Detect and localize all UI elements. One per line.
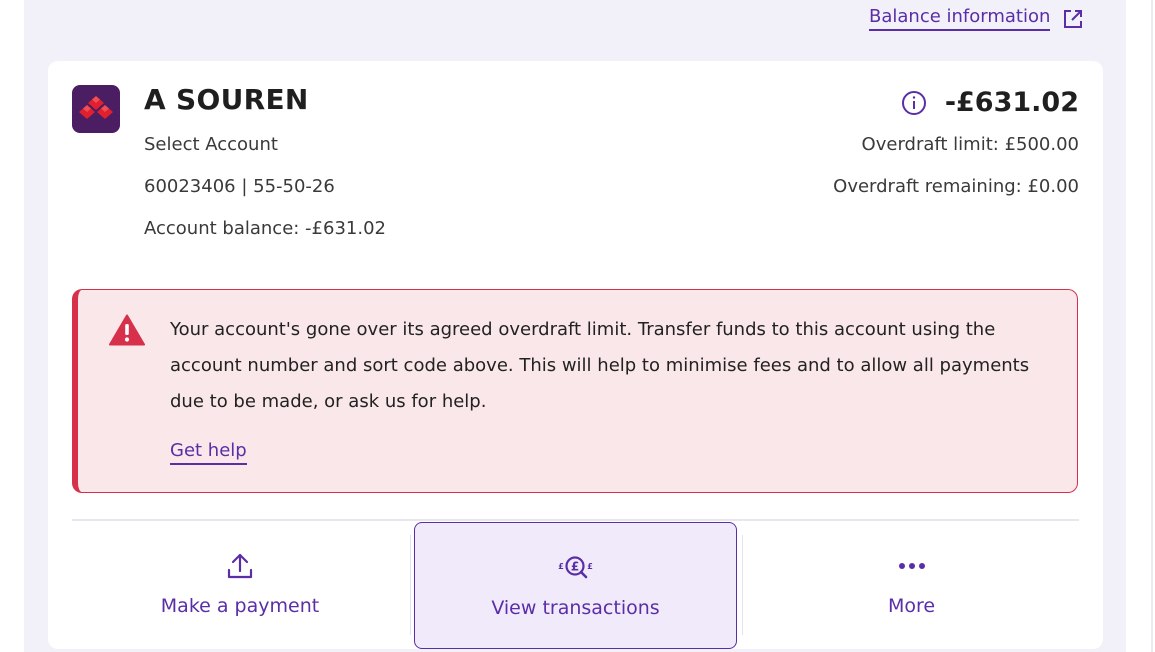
account-number-sort-code: 60023406 | 55-50-26 (144, 176, 335, 197)
get-help-link[interactable]: Get help (170, 440, 247, 465)
transactions-search-icon: £ £ £ (556, 553, 596, 583)
account-holder-name: A SOUREN (144, 83, 309, 116)
overdraft-limit: Overdraft limit: £500.00 (861, 134, 1079, 155)
make-payment-button[interactable]: Make a payment (72, 521, 408, 647)
more-dots-icon (898, 551, 926, 581)
account-balance-text: Account balance: -£631.02 (144, 218, 386, 239)
balance-summary: -£631.02 (901, 87, 1079, 118)
view-transactions-label: View transactions (491, 596, 660, 619)
svg-text:£: £ (587, 562, 593, 571)
more-label: More (887, 595, 936, 617)
warning-icon (109, 314, 145, 350)
bank-logo-icon (72, 85, 120, 133)
current-balance: -£631.02 (944, 87, 1079, 118)
account-card: A SOUREN Select Account 60023406 | 55-50… (48, 61, 1103, 649)
balance-information-label: Balance information (869, 6, 1051, 31)
overdraft-remaining: Overdraft remaining: £0.00 (833, 176, 1079, 197)
alert-message: Your account's gone over its agreed over… (170, 319, 1030, 412)
scrollbar-track (1151, 0, 1153, 652)
overdraft-alert: Your account's gone over its agreed over… (72, 289, 1078, 493)
upload-icon (227, 551, 253, 581)
make-payment-label: Make a payment (160, 595, 320, 617)
svg-text:£: £ (570, 559, 578, 573)
balance-information-link[interactable]: Balance information (869, 6, 1084, 31)
action-separator (742, 535, 743, 635)
action-separator (410, 535, 411, 635)
view-transactions-button[interactable]: £ £ £ View transactions (414, 522, 737, 649)
info-icon[interactable] (901, 90, 927, 116)
account-type: Select Account (144, 134, 278, 155)
account-actions: Make a payment £ £ £ View transactions M… (72, 521, 1079, 649)
external-link-icon (1062, 8, 1084, 30)
more-button[interactable]: More (744, 521, 1079, 647)
svg-text:£: £ (558, 562, 564, 571)
